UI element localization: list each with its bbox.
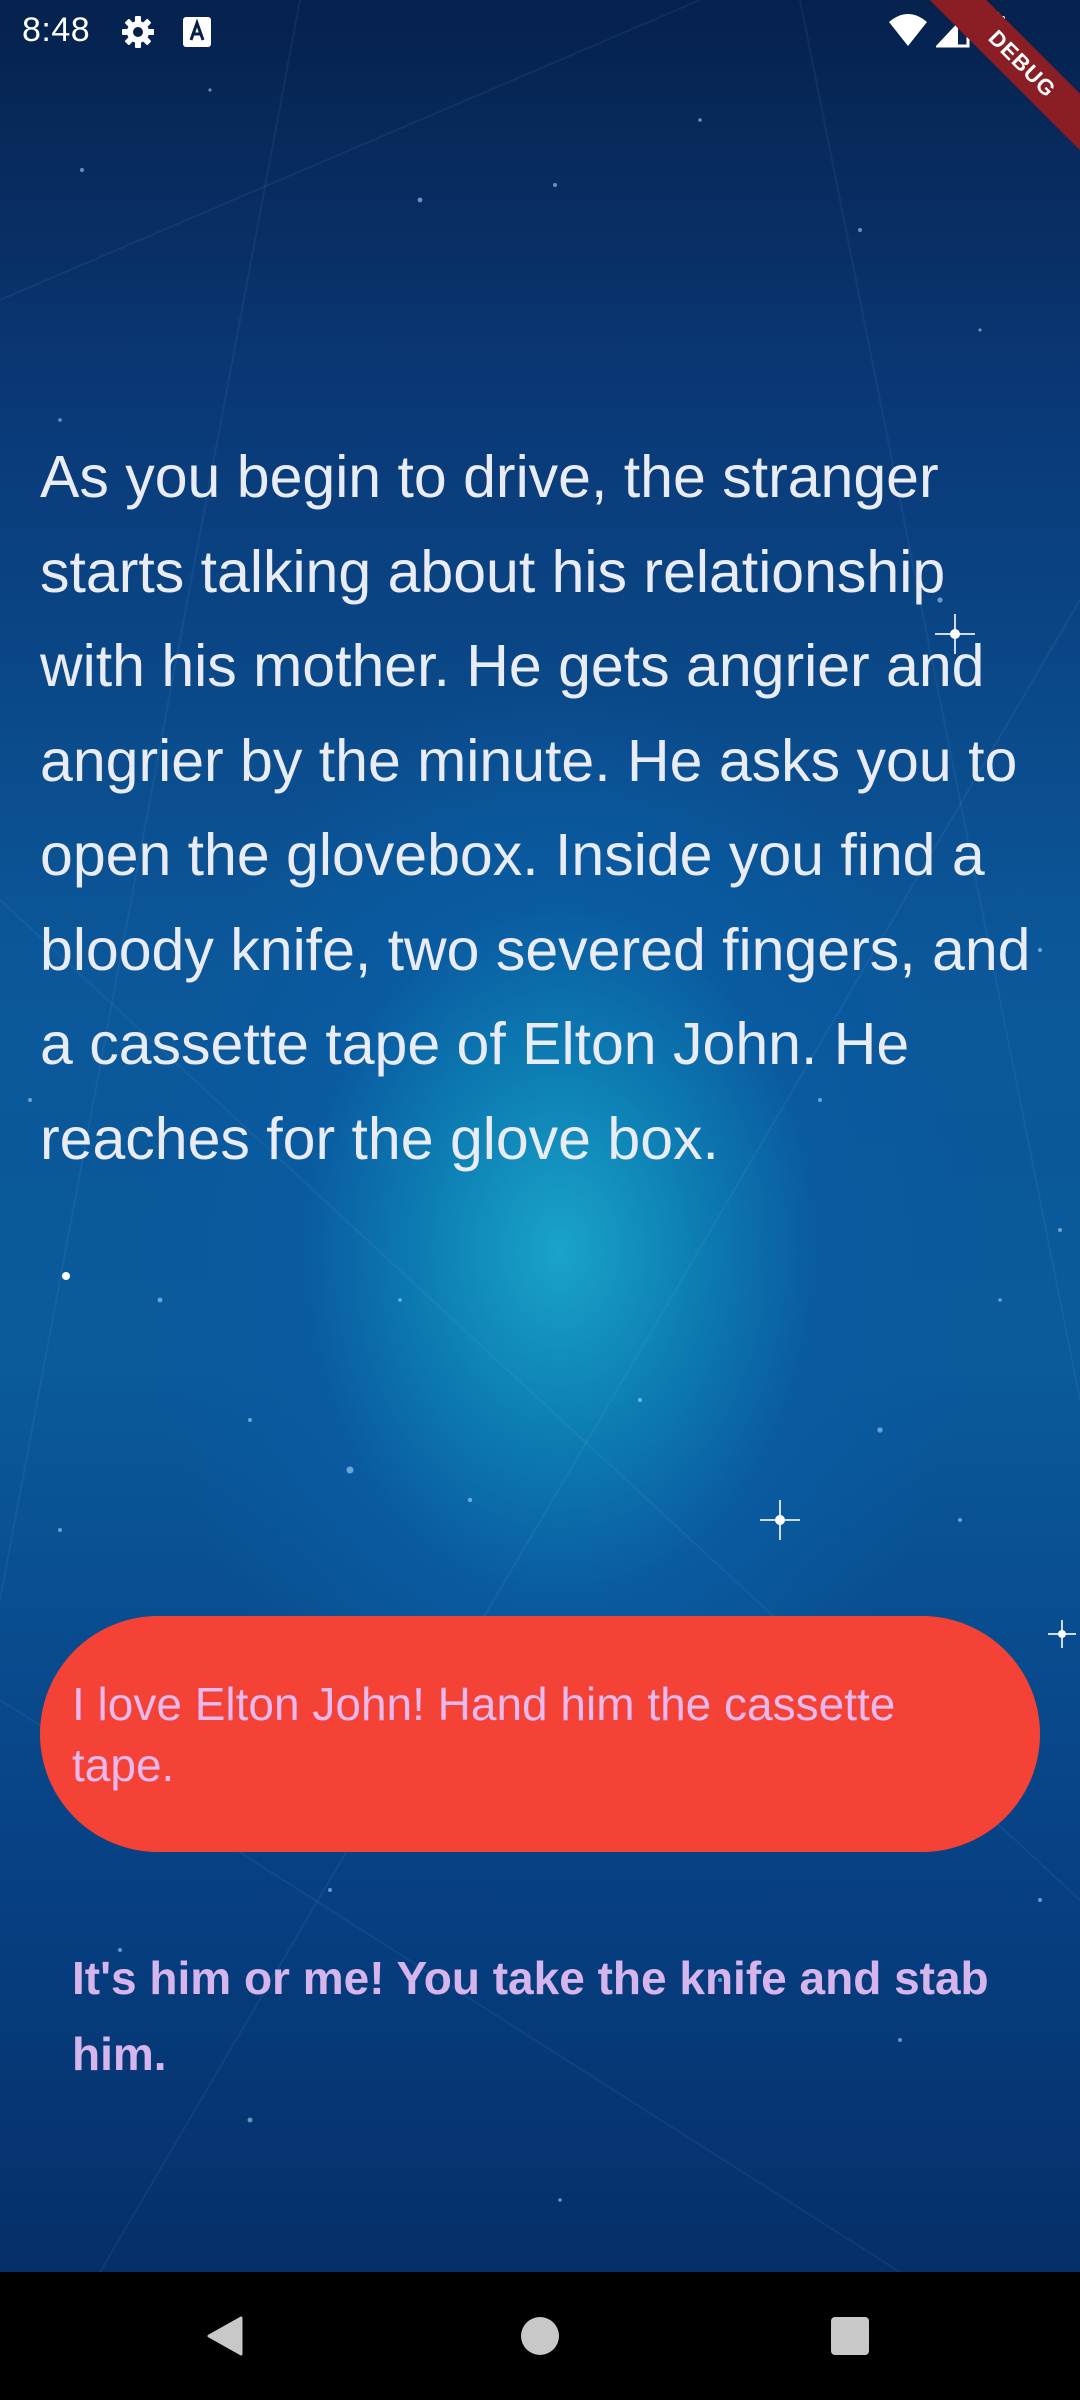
choice-1-button[interactable]: I love Elton John! Hand him the cassette… — [40, 1616, 1040, 1852]
choice-2-label: It's him or me! You take the knife and s… — [72, 1952, 989, 2080]
status-bar: 8:48 — [0, 0, 1080, 64]
wifi-icon — [888, 12, 928, 53]
navigation-bar — [0, 2272, 1080, 2400]
nav-recents-button[interactable] — [790, 2272, 910, 2400]
battery-icon — [982, 12, 1006, 55]
choice-1-label: I love Elton John! Hand him the cassette… — [72, 1678, 896, 1791]
nav-back-button[interactable] — [185, 2272, 305, 2400]
settings-gear-icon — [120, 14, 156, 55]
nav-home-button[interactable] — [480, 2272, 600, 2400]
choice-2-button[interactable]: It's him or me! You take the knife and s… — [40, 1940, 1040, 2092]
a-keyboard-icon — [182, 16, 212, 53]
story-text: As you begin to drive, the stranger star… — [40, 444, 1031, 1172]
cell-signal-icon — [934, 10, 970, 53]
clock-time: 8:48 — [22, 11, 91, 49]
app-screen: 8:48 DEBUG As you begin to drive, the st… — [0, 0, 1080, 2400]
